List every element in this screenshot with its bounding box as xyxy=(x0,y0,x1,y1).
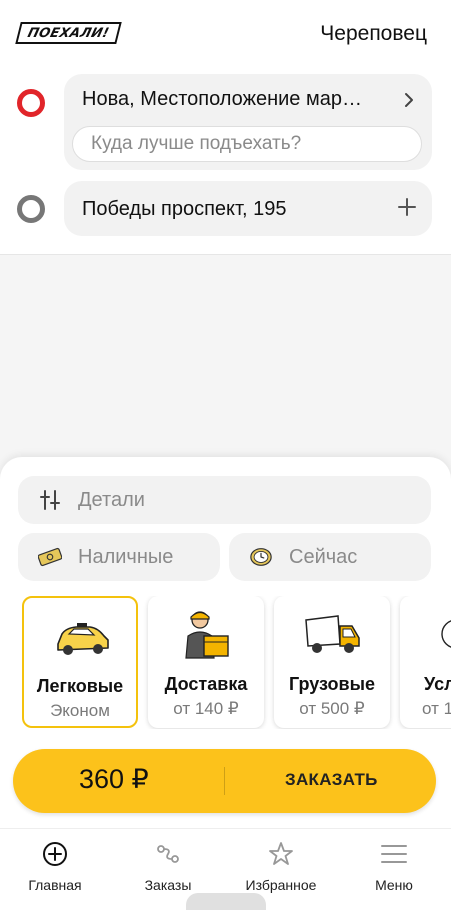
origin-marker-icon xyxy=(17,89,45,117)
nav-label: Избранное xyxy=(245,877,317,893)
nav-label: Заказы xyxy=(144,877,192,893)
destination-address[interactable]: Победы проспект, 195 xyxy=(82,198,286,221)
route-icon xyxy=(157,845,179,863)
home-indicator xyxy=(186,893,266,910)
nav-item-home[interactable]: Главная xyxy=(0,837,110,897)
tariff-subtitle: от 500 ₽ xyxy=(299,699,365,718)
nav-label: Меню xyxy=(375,877,413,893)
sliders-icon xyxy=(40,490,60,510)
add-stop-icon[interactable] xyxy=(396,196,418,218)
nav-label: Главная xyxy=(28,877,82,893)
tariff-name: Доставка xyxy=(164,674,248,694)
star-icon xyxy=(269,842,293,865)
car-icon xyxy=(57,623,109,655)
tariff-card-cargo[interactable]: Грузовые от 500 ₽ xyxy=(274,596,390,728)
nav-item-favorites[interactable]: Избранное xyxy=(226,837,336,897)
payment-option[interactable]: Наличные xyxy=(18,533,220,581)
destination-field[interactable]: Победы проспект, 195 xyxy=(64,181,432,236)
tariff-subtitle: от 140 ₽ xyxy=(173,699,239,718)
tariff-name: Усл xyxy=(424,674,451,694)
tariff-subtitle: Эконом xyxy=(50,701,110,720)
app-logo: ПОЕХАЛИ! xyxy=(15,22,122,44)
truck-icon xyxy=(305,615,360,653)
tariff-name: Грузовые xyxy=(289,674,375,694)
plus-circle-icon xyxy=(43,842,67,866)
route-header: ПОЕХАЛИ! Череповец Нова, Местоположение … xyxy=(0,0,451,255)
entrance-input[interactable]: Куда лучше подъехать? xyxy=(72,126,422,162)
origin-field[interactable]: Нова, Местоположение мар… Куда лучше под… xyxy=(64,74,432,170)
cash-icon xyxy=(38,547,62,567)
details-option[interactable]: Детали xyxy=(18,476,431,524)
destination-marker-icon xyxy=(17,195,45,223)
city-selector[interactable]: Череповец xyxy=(320,22,427,46)
origin-address[interactable]: Нова, Местоположение мар… xyxy=(82,88,382,111)
logo-text: ПОЕХАЛИ! xyxy=(26,25,111,41)
tariff-card-delivery[interactable]: Доставка от 140 ₽ xyxy=(148,596,264,728)
tariff-card-economy[interactable]: Легковые Эконом xyxy=(22,596,138,728)
tariff-name: Легковые xyxy=(36,676,124,696)
nav-item-orders[interactable]: Заказы xyxy=(113,837,223,897)
chevron-right-icon[interactable] xyxy=(402,90,416,110)
tariff-card-service[interactable]: Усл от 1 xyxy=(400,596,451,728)
order-button[interactable]: 360 ₽ ЗАКАЗАТЬ xyxy=(13,749,436,813)
nav-item-menu[interactable]: Меню xyxy=(339,837,449,897)
clock-icon xyxy=(250,548,272,566)
hamburger-icon xyxy=(381,845,407,863)
time-label: Сейчас xyxy=(289,545,358,568)
order-price: 360 ₽ xyxy=(79,764,149,794)
details-label: Детали xyxy=(78,488,145,511)
payment-label: Наличные xyxy=(78,545,174,568)
order-label: ЗАКАЗАТЬ xyxy=(285,770,378,789)
tariff-subtitle: от 1 xyxy=(422,699,451,718)
courier-icon xyxy=(185,611,229,659)
order-divider xyxy=(224,767,225,795)
time-option[interactable]: Сейчас xyxy=(229,533,431,581)
service-icon xyxy=(441,620,451,648)
tariff-carousel[interactable]: Легковые Эконом Доставка от 140 ₽ Грузов… xyxy=(22,596,451,729)
